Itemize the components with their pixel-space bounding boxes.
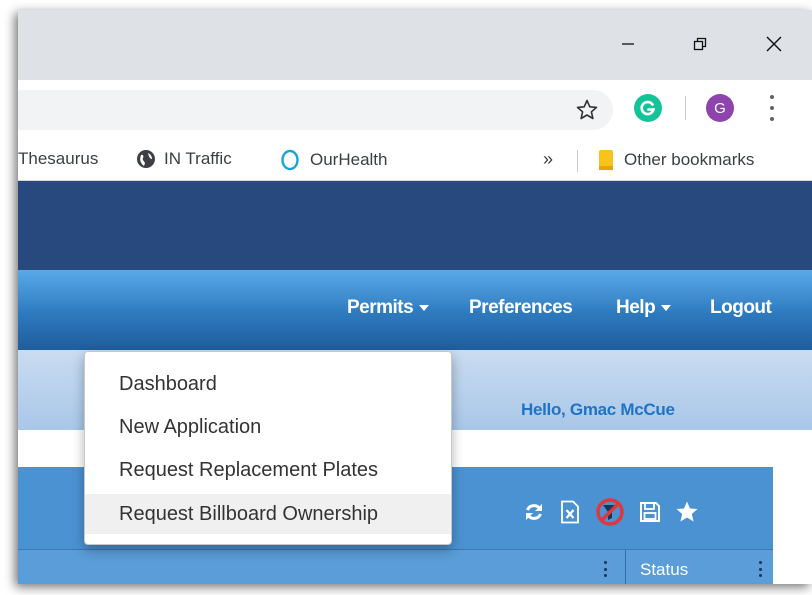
bookmark-in-traffic[interactable]: IN Traffic [136, 149, 232, 169]
avatar-letter: G [714, 99, 726, 117]
minimize-button[interactable] [608, 26, 648, 62]
menu-item-label: New Application [119, 415, 262, 438]
nav-permits-label: Permits [347, 297, 414, 318]
favorite-star-icon[interactable] [675, 500, 699, 524]
grammarly-g-icon [640, 100, 656, 116]
restore-icon [693, 37, 707, 51]
nav-preferences[interactable]: Preferences [469, 297, 573, 319]
clear-filter-icon[interactable] [595, 497, 625, 527]
address-bar[interactable] [18, 90, 613, 130]
status-header-label: Status [640, 560, 689, 579]
menu-item-new-application[interactable]: New Application [85, 409, 451, 445]
nav-preferences-label: Preferences [469, 297, 573, 318]
close-button[interactable] [754, 26, 794, 62]
avatar[interactable]: G [706, 94, 734, 122]
bookmark-thesaurus[interactable]: Thesaurus [18, 149, 98, 169]
bookmark-label: Thesaurus [18, 149, 99, 168]
bookmark-star-icon[interactable] [575, 98, 599, 122]
close-icon [766, 36, 782, 52]
menu-item-dashboard[interactable]: Dashboard [85, 366, 451, 402]
nav-permits[interactable]: Permits [347, 297, 430, 319]
minimize-icon [622, 43, 634, 45]
nav-help[interactable]: Help [616, 297, 672, 319]
column-menu-icon[interactable] [759, 561, 763, 577]
folder-icon [599, 150, 613, 170]
bookmark-ourhealth[interactable]: OurHealth [280, 149, 387, 171]
save-icon[interactable] [639, 501, 661, 523]
bookmarks-divider [577, 150, 578, 172]
menu-item-label: Request Billboard Ownership [119, 502, 379, 525]
excel-export-icon[interactable] [559, 500, 581, 524]
other-bookmarks-label: Other bookmarks [624, 150, 755, 169]
site-header-banner [18, 181, 812, 270]
caret-down-icon [661, 304, 672, 311]
menu-item-label: Request Replacement Plates [119, 458, 379, 481]
bookmark-label: OurHealth [310, 150, 388, 169]
bookmarks-bar: Thesaurus IN Traffic OurHealth » Other b… [18, 140, 812, 181]
bookmarks-overflow-button[interactable]: » [543, 149, 553, 170]
browser-window: G Thesaurus IN Traffic OurHealth » Other… [18, 10, 812, 584]
toolbar [18, 80, 812, 140]
column-header-status[interactable]: Status [625, 550, 774, 584]
restore-button[interactable] [680, 26, 720, 62]
menu-item-label: Dashboard [119, 372, 217, 395]
column-menu-icon[interactable] [604, 561, 608, 577]
caret-down-icon [419, 304, 430, 311]
nav-help-label: Help [616, 297, 656, 318]
refresh-icon[interactable] [523, 501, 545, 523]
toolbar-divider [685, 96, 686, 120]
permits-dropdown-menu: Dashboard New Application Request Replac… [84, 351, 452, 545]
bookmark-label: IN Traffic [164, 149, 232, 168]
other-bookmarks-folder[interactable]: Other bookmarks [598, 149, 754, 171]
nav-logout[interactable]: Logout [710, 297, 772, 319]
user-greeting: Hello, Gmac McCue [521, 400, 675, 419]
menu-item-request-replacement-plates[interactable]: Request Replacement Plates [85, 452, 451, 488]
site-navbar: Permits Preferences Help Logout [18, 270, 812, 350]
ring-icon [281, 149, 299, 171]
grid-header-row: Status [18, 549, 773, 584]
globe-icon [137, 150, 155, 168]
menu-item-request-billboard-ownership[interactable]: Request Billboard Ownership [85, 494, 451, 534]
nav-logout-label: Logout [710, 297, 772, 318]
overflow-chevron-icon: » [543, 149, 554, 169]
browser-menu-button[interactable] [766, 95, 778, 121]
grid-toolbar [523, 497, 699, 527]
grammarly-icon[interactable] [634, 94, 662, 122]
title-bar [18, 10, 812, 80]
